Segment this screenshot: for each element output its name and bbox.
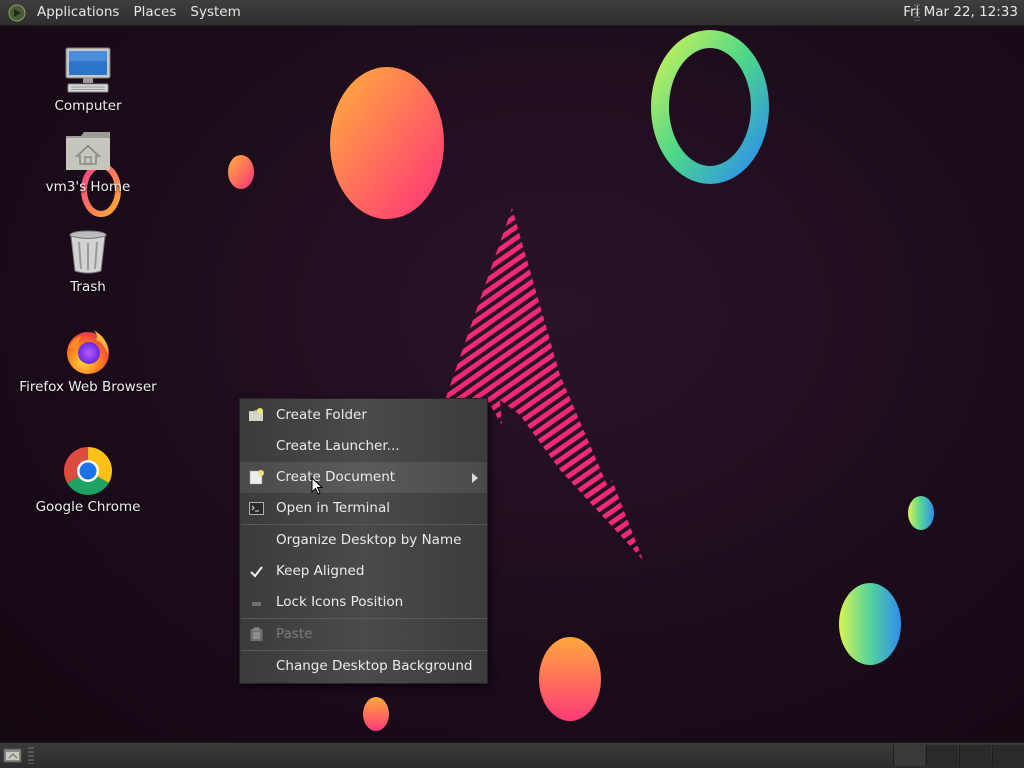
top-panel: Applications Places System Fri Mar 22, 1…	[0, 0, 1024, 26]
desktop-icon-label: Firefox Web Browser	[19, 379, 157, 395]
menu-item-label: Create Folder	[276, 407, 367, 423]
menu-item-lock-icons[interactable]: Lock Icons Position	[240, 587, 487, 618]
applications-logo-icon[interactable]	[8, 4, 26, 22]
new-folder-icon	[249, 408, 263, 421]
bottom-panel	[0, 742, 1024, 768]
menu-applications[interactable]: Applications	[30, 0, 126, 25]
trash-icon	[63, 226, 113, 276]
workspace-4[interactable]	[992, 745, 1024, 766]
computer-icon	[63, 45, 113, 95]
desktop-icon-computer[interactable]: Computer	[18, 45, 158, 114]
menu-item-create-launcher[interactable]: Create Launcher...	[240, 431, 487, 462]
menu-item-label: Create Launcher...	[276, 438, 400, 454]
desktop-icon-chrome[interactable]: Google Chrome	[18, 446, 158, 515]
home-folder-icon	[63, 126, 113, 176]
paste-icon	[250, 627, 263, 641]
desktop-icon-label: Computer	[54, 98, 122, 114]
menu-item-label: Organize Desktop by Name	[276, 532, 462, 548]
menu-item-label: Open in Terminal	[276, 500, 390, 516]
desktop-icon-home[interactable]: vm3's Home	[18, 126, 158, 195]
terminal-icon	[249, 502, 264, 515]
submenu-arrow-icon	[472, 473, 478, 483]
menu-item-label: Create Document	[276, 469, 396, 485]
menu-item-change-background[interactable]: Change Desktop Background	[240, 651, 487, 682]
desktop-background[interactable]: Computer vm3's Home Trash Firefox Web Br…	[0, 25, 1024, 743]
workspace-3[interactable]	[959, 745, 991, 766]
desktop-icon-trash[interactable]: Trash	[18, 226, 158, 295]
menu-item-label: Lock Icons Position	[276, 594, 404, 610]
desktop-icon-label: Google Chrome	[35, 499, 141, 515]
new-document-icon	[249, 470, 264, 485]
desktop-icon-label: vm3's Home	[45, 179, 131, 195]
menu-item-keep-aligned[interactable]: Keep Aligned	[240, 556, 487, 587]
desktop-context-menu: Create Folder Create Launcher... Create …	[239, 398, 488, 684]
menu-item-create-document[interactable]: Create Document	[240, 462, 487, 493]
clock[interactable]: Fri Mar 22, 12:33	[903, 0, 1018, 25]
workspace-2[interactable]	[926, 745, 958, 766]
panel-handle[interactable]	[28, 747, 34, 764]
menu-item-create-folder[interactable]: Create Folder	[240, 400, 487, 431]
menu-item-open-terminal[interactable]: Open in Terminal	[240, 493, 487, 524]
desktop-icon-firefox[interactable]: Firefox Web Browser	[18, 326, 158, 395]
menu-item-organize-by-name[interactable]: Organize Desktop by Name	[240, 525, 487, 556]
menu-system[interactable]: System	[183, 0, 247, 25]
lock-toggle-icon	[252, 602, 261, 606]
menu-item-label: Paste	[276, 626, 313, 642]
mouse-pointer-icon	[311, 477, 323, 495]
menu-item-label: Keep Aligned	[276, 563, 365, 579]
workspace-1[interactable]	[893, 745, 925, 766]
menu-item-label: Change Desktop Background	[276, 658, 473, 674]
menu-places[interactable]: Places	[126, 0, 183, 25]
show-desktop-icon[interactable]	[3, 746, 23, 764]
firefox-icon	[63, 326, 113, 376]
desktop-icon-label: Trash	[70, 279, 106, 295]
chrome-icon	[63, 446, 113, 496]
menu-item-paste: Paste	[240, 619, 487, 650]
checkmark-icon	[250, 566, 263, 578]
